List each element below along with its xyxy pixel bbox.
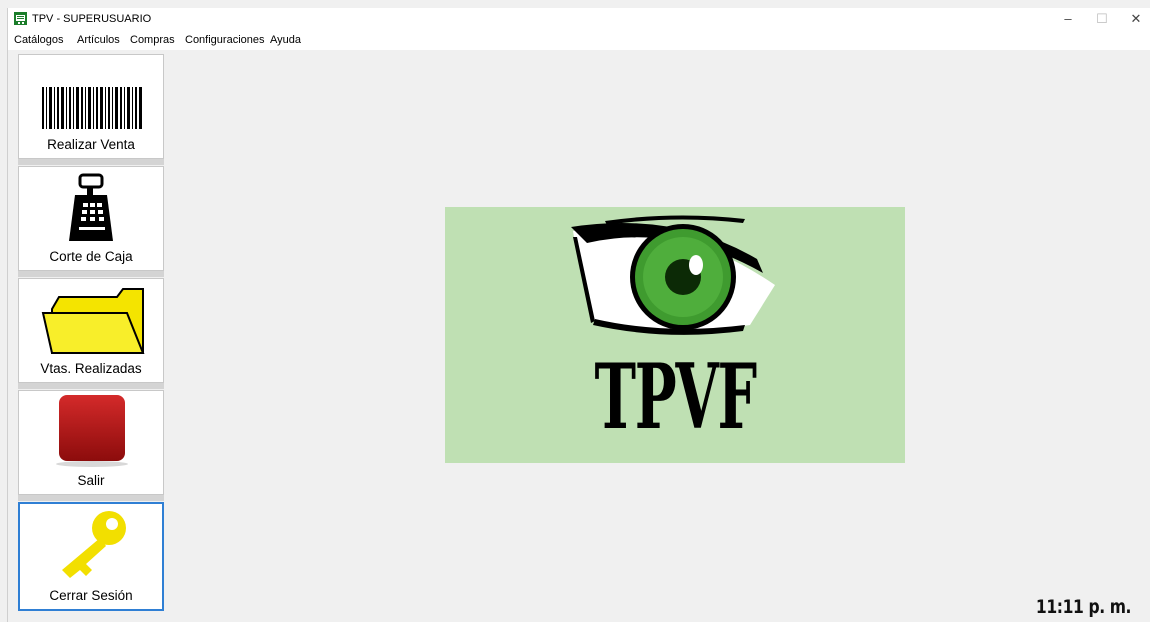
title-bar: TPV - SUPERUSUARIO – ☐ ✕ — [8, 8, 1150, 30]
tile-divider — [18, 495, 164, 501]
vtas-realizadas-label: Vtas. Realizadas — [40, 361, 142, 376]
window-title: TPV - SUPERUSUARIO — [32, 13, 152, 25]
menu-compras[interactable]: Compras — [130, 34, 175, 46]
tile-divider — [18, 159, 164, 165]
tile-divider — [18, 383, 164, 389]
corte-de-caja-label: Corte de Caja — [49, 249, 133, 264]
tpvf-logo: TPVF — [445, 207, 905, 463]
folder-icon — [41, 288, 145, 354]
close-button[interactable]: ✕ — [1119, 8, 1150, 30]
exit-button-icon — [56, 395, 128, 467]
realizar-venta-label: Realizar Venta — [47, 137, 135, 152]
cerrar-sesion-label: Cerrar Sesión — [49, 588, 133, 603]
maximize-button[interactable]: ☐ — [1085, 8, 1119, 30]
menu-ayuda[interactable]: Ayuda — [270, 34, 301, 46]
sidebar: Realizar Venta Corte de Caja Vtas. Reali… — [16, 54, 168, 622]
menu-bar: Catálogos Artículos Compras Configuracio… — [8, 30, 1150, 50]
salir-label: Salir — [77, 473, 105, 488]
menu-catalogos[interactable]: Catálogos — [14, 34, 64, 46]
menu-configuraciones[interactable]: Configuraciones — [185, 34, 265, 46]
salir-button[interactable]: Salir — [18, 390, 164, 501]
key-icon — [62, 511, 126, 578]
app-window: TPV - SUPERUSUARIO – ☐ ✕ Catálogos Artíc… — [7, 8, 1150, 622]
vtas-realizadas-button[interactable]: Vtas. Realizadas — [18, 278, 164, 389]
clock: 11:11 p. m. — [1035, 596, 1132, 618]
tile-divider — [18, 271, 164, 277]
app-icon — [14, 12, 27, 25]
minimize-button[interactable]: – — [1051, 8, 1085, 30]
cerrar-sesion-button[interactable]: Cerrar Sesión — [18, 502, 164, 611]
realizar-venta-button[interactable]: Realizar Venta — [18, 54, 164, 165]
logo-text: TPVF — [594, 344, 757, 450]
barcode-icon — [42, 87, 142, 129]
menu-articulos[interactable]: Artículos — [77, 34, 120, 46]
cash-register-icon — [69, 173, 113, 241]
corte-de-caja-button[interactable]: Corte de Caja — [18, 166, 164, 277]
